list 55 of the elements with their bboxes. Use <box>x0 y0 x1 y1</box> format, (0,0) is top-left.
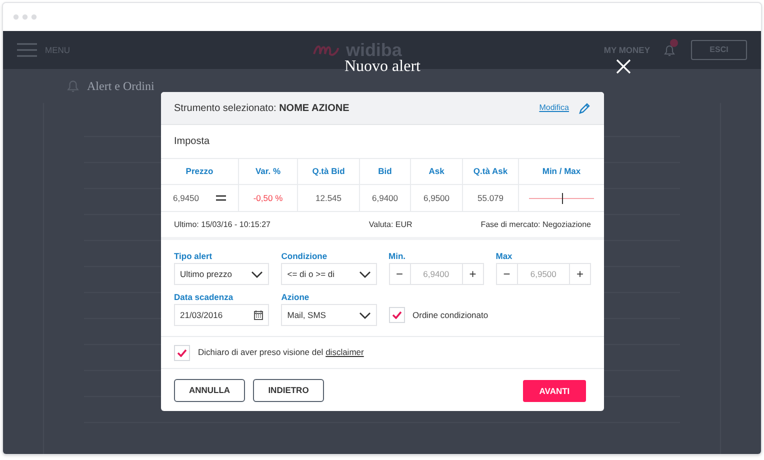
table-cell: 12.545 <box>316 192 342 204</box>
table-cell: 6,9450 <box>173 192 199 204</box>
column-header: Q.tà Ask <box>473 165 508 178</box>
field-label: Tipo alert <box>174 250 214 262</box>
checkmark-icon <box>392 311 402 319</box>
select-field[interactable]: <= di o >= di <box>281 263 376 285</box>
field-label: Condizione <box>281 250 328 262</box>
table-cell: 6,9400 <box>372 192 398 204</box>
outline-button[interactable]: INDIETRO <box>253 378 324 402</box>
decrement-button[interactable]: − <box>496 263 518 285</box>
chevron-down-icon <box>358 270 370 278</box>
outline-button[interactable]: ANNULLA <box>174 378 245 402</box>
next-button[interactable]: AVANTI <box>523 380 586 402</box>
page-title: Alert e Ordini <box>87 78 154 95</box>
field-label: Max <box>496 250 514 262</box>
column-header: Ask <box>428 165 444 178</box>
number-input[interactable]: 6,9400 <box>410 263 462 285</box>
column-header: Prezzo <box>186 165 214 178</box>
column-header: Min / Max <box>542 165 581 178</box>
column-header: Q.tà Bid <box>312 165 345 178</box>
column-header: Var. % <box>255 165 281 178</box>
equals-icon <box>216 195 226 201</box>
field-label: Data scadenza <box>174 291 234 303</box>
section-title: Imposta <box>174 135 210 149</box>
instrument-label: Strumento selezionato: NOME AZIONE <box>174 102 350 116</box>
decrement-button[interactable]: − <box>388 263 410 285</box>
disclaimer-link[interactable]: disclaimer <box>326 347 364 358</box>
table-cell: 55.079 <box>478 192 504 204</box>
calendar-icon <box>254 310 264 320</box>
bell-icon <box>67 79 79 93</box>
chevron-down-icon <box>358 312 370 318</box>
checkbox[interactable] <box>174 344 190 360</box>
pencil-icon[interactable] <box>579 102 591 114</box>
checkbox-label: Ordine condizionato <box>412 308 488 322</box>
field-label: Min. <box>388 250 406 262</box>
number-input[interactable]: 6,9500 <box>518 263 569 285</box>
table-cell: 6,9500 <box>424 192 450 204</box>
currency-text: Valuta: EUR <box>368 218 412 230</box>
increment-button[interactable]: + <box>569 263 591 285</box>
field-label: Azione <box>281 291 310 303</box>
column-header: Bid <box>378 165 392 178</box>
disclaimer-text: Dichiaro di aver preso visione del disclaimer <box>198 346 364 359</box>
increment-button[interactable]: + <box>462 263 484 285</box>
modal-title: Nuovo alert <box>344 57 420 77</box>
date-field[interactable]: 21/03/2016 <box>174 304 270 326</box>
table-cell: -0,50 % <box>253 192 283 204</box>
select-field[interactable]: Mail, SMS <box>281 304 376 326</box>
last-update-text: Ultimo: 15/03/16 - 10:15:27 <box>174 218 271 230</box>
chevron-down-icon <box>251 270 264 278</box>
checkmark-icon <box>177 348 187 356</box>
checkbox[interactable] <box>388 307 404 323</box>
close-icon[interactable] <box>616 59 631 74</box>
select-field[interactable]: Ultimo prezzo <box>174 263 270 285</box>
market-phase-text: Fase di mercato: Negoziazione <box>480 218 591 230</box>
edit-link[interactable]: Modifica <box>539 102 569 114</box>
